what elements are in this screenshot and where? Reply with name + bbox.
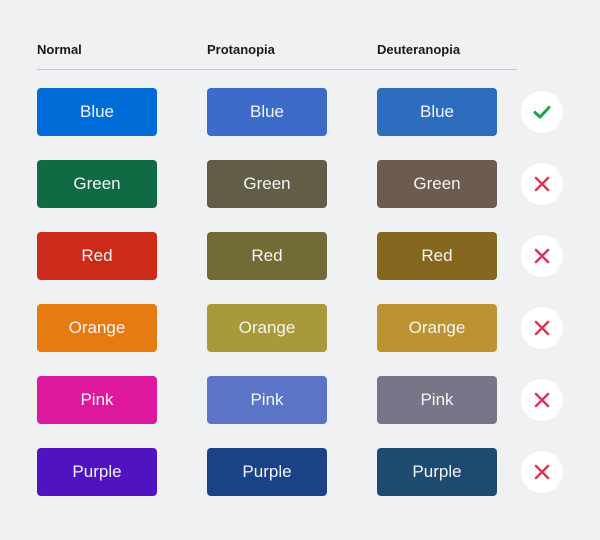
swatch-label: Green (243, 174, 291, 193)
status-badge (521, 379, 563, 421)
cross-icon (534, 248, 550, 264)
swatch-purple-deuteranopia: Purple (377, 448, 497, 496)
swatch-purple-normal: Purple (37, 448, 157, 496)
table-header: Normal Protanopia Deuteranopia (0, 0, 600, 70)
status-badge (521, 451, 563, 493)
swatch-label: Green (413, 174, 461, 193)
color-row-purple: Purple Purple Purple (0, 448, 600, 496)
swatch-orange-protanopia: Orange (207, 304, 327, 352)
header-divider (37, 69, 517, 70)
swatch-label: Pink (250, 390, 284, 409)
swatch-blue-protanopia: Blue (207, 88, 327, 136)
swatch-red-protanopia: Red (207, 232, 327, 280)
swatch-label: Red (421, 246, 453, 265)
color-row-red: Red Red Red (0, 232, 600, 280)
color-row-orange: Orange Orange Orange (0, 304, 600, 352)
check-icon (533, 106, 551, 119)
swatch-label: Pink (80, 390, 114, 409)
swatch-label: Orange (408, 318, 466, 337)
swatch-label: Purple (412, 462, 462, 481)
swatch-pink-protanopia: Pink (207, 376, 327, 424)
swatch-label: Orange (238, 318, 296, 337)
swatch-pink-deuteranopia: Pink (377, 376, 497, 424)
cross-icon (534, 320, 550, 336)
swatch-red-normal: Red (37, 232, 157, 280)
color-row-blue: Blue Blue Blue (0, 88, 600, 136)
swatch-green-protanopia: Green (207, 160, 327, 208)
status-badge (521, 91, 563, 133)
swatch-orange-normal: Orange (37, 304, 157, 352)
column-header-protanopia: Protanopia (207, 42, 275, 57)
color-row-pink: Pink Pink Pink (0, 376, 600, 424)
swatch-label: Purple (72, 462, 122, 481)
swatch-pink-normal: Pink (37, 376, 157, 424)
status-badge (521, 307, 563, 349)
swatch-label: Blue (79, 102, 115, 121)
swatch-label: Red (251, 246, 283, 265)
swatch-purple-protanopia: Purple (207, 448, 327, 496)
cross-icon (534, 464, 550, 480)
swatch-label: Pink (420, 390, 454, 409)
column-header-deuteranopia: Deuteranopia (377, 42, 461, 57)
swatch-blue-deuteranopia: Blue (377, 88, 497, 136)
column-header-normal: Normal (37, 42, 82, 57)
cross-icon (534, 176, 550, 192)
swatch-label: Red (81, 246, 113, 265)
swatch-label: Purple (242, 462, 292, 481)
swatch-label: Blue (249, 102, 285, 121)
swatch-green-normal: Green (37, 160, 157, 208)
status-badge (521, 235, 563, 277)
cross-icon (534, 392, 550, 408)
status-badge (521, 163, 563, 205)
swatch-label: Green (73, 174, 121, 193)
swatch-red-deuteranopia: Red (377, 232, 497, 280)
swatch-green-deuteranopia: Green (377, 160, 497, 208)
swatch-label: Blue (419, 102, 455, 121)
swatch-orange-deuteranopia: Orange (377, 304, 497, 352)
swatch-label: Orange (68, 318, 126, 337)
color-row-green: Green Green Green (0, 160, 600, 208)
swatch-blue-normal: Blue (37, 88, 157, 136)
